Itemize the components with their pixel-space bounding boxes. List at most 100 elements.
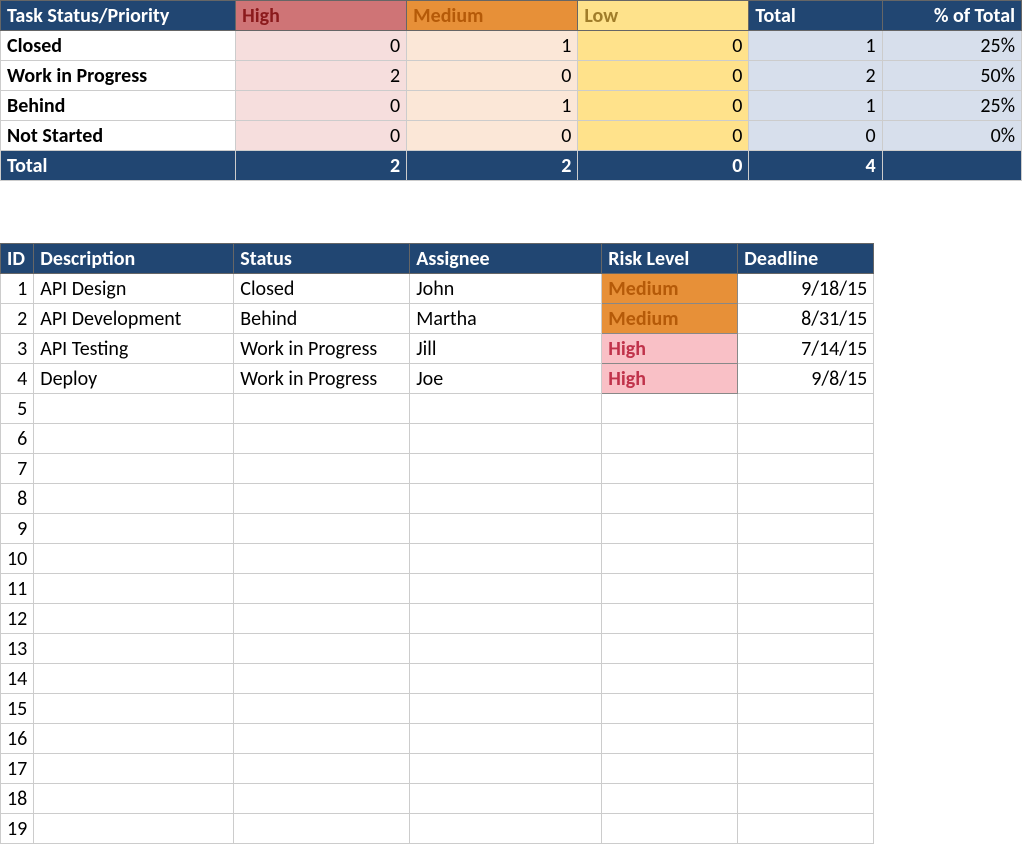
cell-id[interactable]: 12 [1, 604, 34, 634]
cell-total[interactable]: 1 [749, 31, 882, 61]
cell-risk[interactable] [602, 514, 738, 544]
cell-deadline[interactable] [738, 724, 874, 754]
cell-deadline[interactable] [738, 544, 874, 574]
cell-id[interactable]: 7 [1, 454, 34, 484]
cell-high[interactable]: 0 [236, 31, 407, 61]
cell-total[interactable]: 2 [749, 61, 882, 91]
cell-assignee[interactable] [410, 724, 602, 754]
cell-assignee[interactable] [410, 544, 602, 574]
cell-description[interactable] [34, 574, 234, 604]
cell-id[interactable]: 16 [1, 724, 34, 754]
cell-deadline[interactable] [738, 484, 874, 514]
cell-status[interactable] [234, 724, 410, 754]
cell-id[interactable]: 9 [1, 514, 34, 544]
cell-assignee[interactable] [410, 454, 602, 484]
cell-assignee[interactable]: Martha [410, 304, 602, 334]
footer-total[interactable]: 4 [749, 151, 882, 181]
cell-id[interactable]: 18 [1, 784, 34, 814]
cell-pct[interactable]: 25% [882, 91, 1021, 121]
cell-deadline[interactable]: 7/14/15 [738, 334, 874, 364]
cell-assignee[interactable] [410, 634, 602, 664]
cell-assignee[interactable]: John [410, 274, 602, 304]
cell-status[interactable]: Work in Progress [234, 334, 410, 364]
cell-id[interactable]: 14 [1, 664, 34, 694]
cell-status[interactable] [234, 484, 410, 514]
cell-status[interactable] [234, 754, 410, 784]
cell-deadline[interactable]: 9/8/15 [738, 364, 874, 394]
cell-pct[interactable]: 0% [882, 121, 1021, 151]
cell-pct[interactable]: 50% [882, 61, 1021, 91]
cell-description[interactable] [34, 454, 234, 484]
cell-risk[interactable] [602, 814, 738, 844]
cell-assignee[interactable] [410, 754, 602, 784]
cell-high[interactable]: 2 [236, 61, 407, 91]
cell-description[interactable] [34, 754, 234, 784]
cell-status[interactable] [234, 454, 410, 484]
cell-description[interactable] [34, 484, 234, 514]
cell-risk[interactable] [602, 604, 738, 634]
cell-status[interactable] [234, 814, 410, 844]
cell-risk[interactable] [602, 634, 738, 664]
cell-description[interactable] [34, 694, 234, 724]
cell-risk[interactable] [602, 784, 738, 814]
cell-status[interactable] [234, 394, 410, 424]
cell-status[interactable]: Work in Progress [234, 364, 410, 394]
cell-risk[interactable] [602, 754, 738, 784]
cell-risk[interactable] [602, 424, 738, 454]
cell-status[interactable]: Closed [234, 274, 410, 304]
cell-risk[interactable]: High [602, 364, 738, 394]
cell-assignee[interactable] [410, 784, 602, 814]
cell-risk[interactable] [602, 394, 738, 424]
cell-deadline[interactable]: 8/31/15 [738, 304, 874, 334]
cell-medium[interactable]: 0 [407, 121, 578, 151]
cell-status[interactable] [234, 544, 410, 574]
cell-description[interactable] [34, 634, 234, 664]
cell-deadline[interactable] [738, 604, 874, 634]
cell-description[interactable] [34, 724, 234, 754]
footer-pct[interactable] [882, 151, 1021, 181]
cell-assignee[interactable] [410, 424, 602, 454]
cell-deadline[interactable] [738, 814, 874, 844]
cell-deadline[interactable] [738, 754, 874, 784]
cell-description[interactable]: Deploy [34, 364, 234, 394]
cell-description[interactable] [34, 394, 234, 424]
cell-description[interactable] [34, 604, 234, 634]
cell-description[interactable] [34, 784, 234, 814]
cell-status[interactable] [234, 664, 410, 694]
cell-medium[interactable]: 1 [407, 31, 578, 61]
cell-description[interactable]: API Design [34, 274, 234, 304]
cell-assignee[interactable] [410, 694, 602, 724]
cell-status[interactable] [234, 514, 410, 544]
cell-id[interactable]: 3 [1, 334, 34, 364]
cell-risk[interactable] [602, 664, 738, 694]
cell-description[interactable] [34, 424, 234, 454]
footer-high[interactable]: 2 [236, 151, 407, 181]
cell-low[interactable]: 0 [578, 91, 749, 121]
cell-status[interactable] [234, 634, 410, 664]
footer-low[interactable]: 0 [578, 151, 749, 181]
cell-description[interactable]: API Testing [34, 334, 234, 364]
cell-risk[interactable] [602, 724, 738, 754]
cell-risk[interactable]: Medium [602, 304, 738, 334]
cell-deadline[interactable] [738, 694, 874, 724]
cell-risk[interactable] [602, 694, 738, 724]
cell-id[interactable]: 13 [1, 634, 34, 664]
cell-risk[interactable]: High [602, 334, 738, 364]
cell-total[interactable]: 0 [749, 121, 882, 151]
cell-deadline[interactable] [738, 394, 874, 424]
cell-assignee[interactable] [410, 514, 602, 544]
cell-description[interactable] [34, 664, 234, 694]
cell-low[interactable]: 0 [578, 31, 749, 61]
cell-id[interactable]: 15 [1, 694, 34, 724]
cell-low[interactable]: 0 [578, 121, 749, 151]
cell-medium[interactable]: 0 [407, 61, 578, 91]
cell-id[interactable]: 17 [1, 754, 34, 784]
cell-risk[interactable]: Medium [602, 274, 738, 304]
cell-assignee[interactable] [410, 484, 602, 514]
cell-assignee[interactable]: Joe [410, 364, 602, 394]
cell-low[interactable]: 0 [578, 61, 749, 91]
cell-status[interactable] [234, 424, 410, 454]
cell-high[interactable]: 0 [236, 91, 407, 121]
cell-risk[interactable] [602, 544, 738, 574]
cell-status[interactable] [234, 784, 410, 814]
